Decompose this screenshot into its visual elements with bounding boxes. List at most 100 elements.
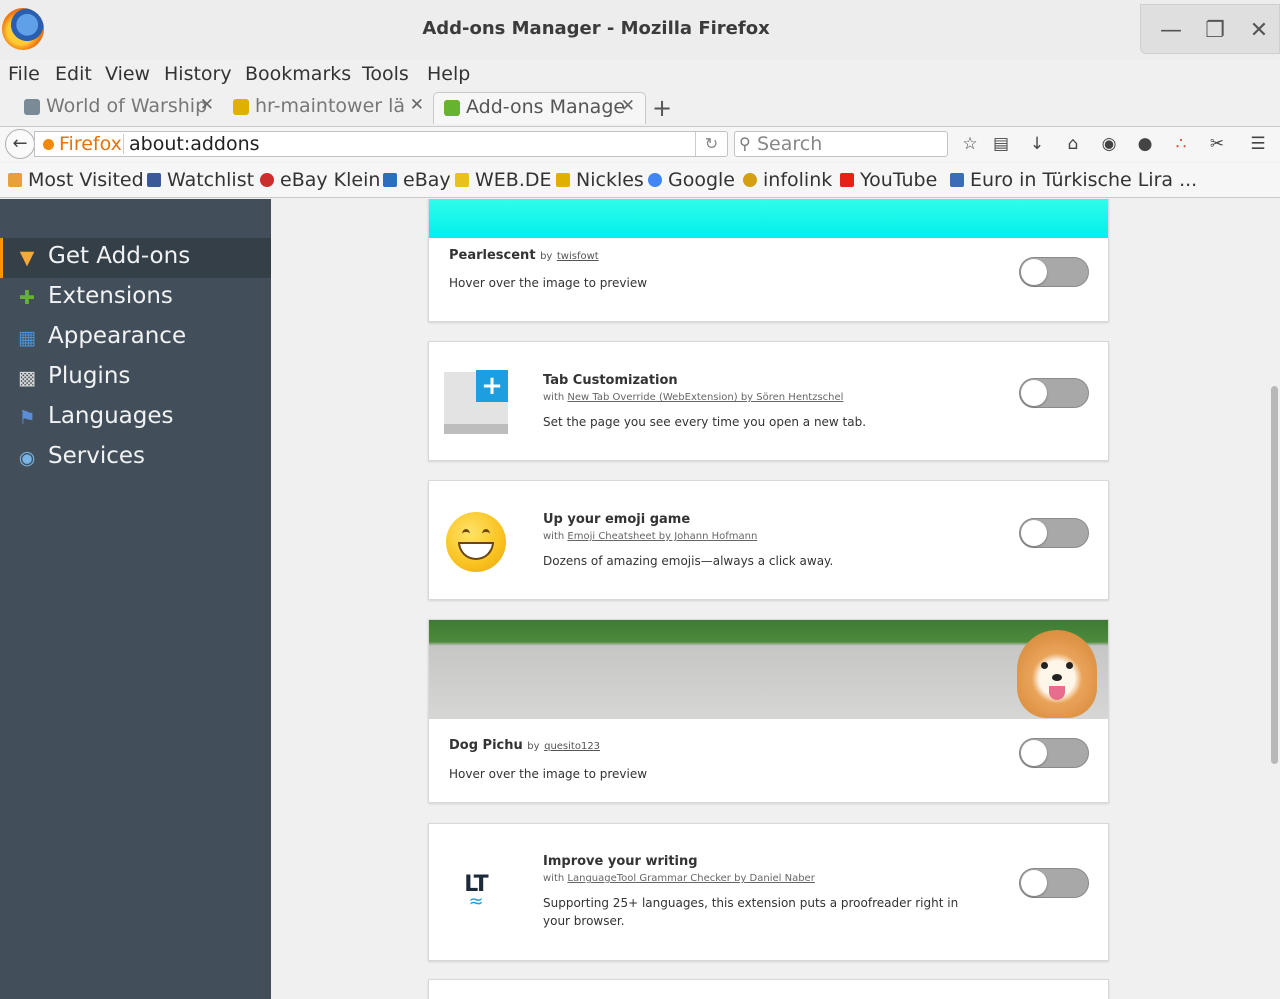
minimize-icon[interactable]: — [1157,17,1185,45]
addon-title: Improve your writing [543,854,698,869]
category-label: Services [48,443,145,469]
extension-link[interactable]: New Tab Override (WebExtension) by Sören… [567,392,843,403]
bookmarks-menu-icon[interactable]: ▤ [989,132,1013,156]
url-bar[interactable]: Firefox about:addons ↻ [34,131,728,157]
install-toggle[interactable] [1019,378,1089,408]
menu-file[interactable]: File [8,63,40,85]
install-toggle[interactable] [1019,257,1089,287]
extension-link[interactable]: LanguageTool Grammar Checker by Daniel N… [567,873,814,884]
bookmark-nickles[interactable]: Nickles [556,169,644,191]
addon-title: Up your emoji game [543,512,691,527]
hamburger-menu-icon[interactable]: ☰ [1246,132,1270,156]
tab-close-icon[interactable]: ✕ [200,95,214,115]
folder-icon [8,173,22,187]
bookmark-infolink[interactable]: infolink [743,169,832,191]
new-tab-button[interactable]: + [652,94,672,122]
addon-source: with Emoji Cheatsheet by Johann Hofmann [543,531,758,542]
addon-card-next [428,979,1109,999]
category-plugins[interactable]: ▩ Plugins [0,358,271,398]
toggle-knob [1021,740,1047,766]
vertical-scrollbar[interactable] [1268,199,1280,999]
addon-card-languagetool: LT ≈ Improve your writing with LanguageT… [428,823,1109,961]
category-label: Languages [48,403,174,429]
search-input[interactable] [757,133,943,155]
addon-title: Pearlescent by twisfowt [449,248,599,263]
tab-addons-manager[interactable]: Add-ons Manage ✕ [433,92,646,124]
reload-icon[interactable]: ↻ [695,132,727,156]
tab-label: hr-maintower lä [255,95,406,117]
pocket-icon[interactable]: ◉ [1097,132,1121,156]
window-titlebar: Add-ons Manager - Mozilla Firefox — ❐ ✕ [0,0,1280,60]
bookmark-ebay-klein[interactable]: eBay Klein [260,169,380,191]
toggle-knob [1021,870,1047,896]
theme-preview-image[interactable] [429,199,1108,238]
menu-view[interactable]: View [105,63,150,85]
install-toggle[interactable] [1019,738,1089,768]
tab-world-of-warships[interactable]: World of Warship ✕ [24,92,220,124]
bookmark-google[interactable]: Google [648,169,735,191]
install-toggle[interactable] [1019,518,1089,548]
infolink-icon [743,173,757,187]
navigation-bar: ← Firefox about:addons ↻ ⚲ ☆ ▤ ↓ ⌂ ◉ ● ∴… [0,126,1280,162]
bookmark-most-visited[interactable]: Most Visited [8,169,144,191]
identity-label[interactable]: Firefox [59,133,122,155]
bookmark-euro-lira[interactable]: Euro in Türkische Lira ... [950,169,1197,191]
menu-tools[interactable]: Tools [362,63,409,85]
restore-icon[interactable]: ❐ [1201,17,1229,45]
tab-close-icon[interactable]: ✕ [621,96,635,116]
addon-source: with LanguageTool Grammar Checker by Dan… [543,873,815,884]
ebay-klein-icon [260,173,274,187]
category-get-addons[interactable]: ▼ Get Add-ons [0,238,271,278]
menu-help[interactable]: Help [427,63,470,85]
search-bar[interactable]: ⚲ [734,131,948,157]
menu-history[interactable]: History [164,63,232,85]
bookmark-star-icon[interactable]: ☆ [958,132,982,156]
addon-description: Supporting 25+ languages, this extension… [543,896,959,928]
downloads-icon[interactable]: ↓ [1025,132,1049,156]
search-icon: ⚲ [739,134,751,153]
category-label: Appearance [48,323,187,349]
extension-color-wheel-icon[interactable]: ● [1133,132,1157,156]
addon-by-label: by [540,251,553,262]
addon-card-pearlescent: Pearlescent by twisfowt Hover over the i… [428,199,1109,322]
bookmark-webde[interactable]: WEB.DE [455,169,552,191]
appearance-icon: ▦ [18,327,36,349]
tab-label: Add-ons Manage [466,96,626,118]
extension-dots-icon[interactable]: ∴ [1169,132,1193,156]
tab-close-icon[interactable]: ✕ [410,95,424,115]
extension-scissors-icon[interactable]: ✂ [1205,132,1229,156]
bookmark-ebay[interactable]: eBay [383,169,451,191]
bookmark-watchlist[interactable]: Watchlist [147,169,254,191]
addon-card-emoji: Up your emoji game with Emoji Cheatsheet… [428,480,1109,600]
extension-link[interactable]: Emoji Cheatsheet by Johann Hofmann [567,531,757,542]
category-extensions[interactable]: ✚ Extensions [0,278,271,318]
window-title: Add-ons Manager - Mozilla Firefox [422,18,770,39]
menu-edit[interactable]: Edit [55,63,92,85]
tab-label: World of Warship [46,95,208,117]
category-label: Extensions [48,283,173,309]
addon-description: Dozens of amazing emojis—always a click … [543,554,834,568]
category-appearance[interactable]: ▦ Appearance [0,318,271,358]
author-link[interactable]: twisfowt [557,251,599,262]
addon-description: Hover over the image to preview [449,276,648,290]
addon-title: Tab Customization [543,373,678,388]
puzzle-icon: ✚ [19,287,35,309]
author-link[interactable]: quesito123 [544,741,600,752]
url-text[interactable]: about:addons [129,133,260,155]
tab-hr-maintower[interactable]: hr-maintower lä ✕ [233,92,430,124]
category-services[interactable]: ◉ Services [0,438,271,478]
home-icon[interactable]: ⌂ [1061,132,1085,156]
scrollbar-thumb[interactable] [1271,386,1278,764]
menu-bookmarks[interactable]: Bookmarks [245,63,351,85]
bookmark-youtube[interactable]: YouTube [840,169,937,191]
install-toggle[interactable] [1019,868,1089,898]
identity-icon [43,139,54,150]
warship-shield-icon [24,99,40,115]
addon-card-tab-customization: + Tab Customization with New Tab Overrid… [428,341,1109,461]
theme-preview-image[interactable] [429,620,1108,719]
close-icon[interactable]: ✕ [1245,17,1273,45]
language-flag-icon: ⚑ [18,407,36,429]
category-languages[interactable]: ⚑ Languages [0,398,271,438]
back-button[interactable]: ← [5,129,35,159]
youtube-icon [840,173,854,187]
